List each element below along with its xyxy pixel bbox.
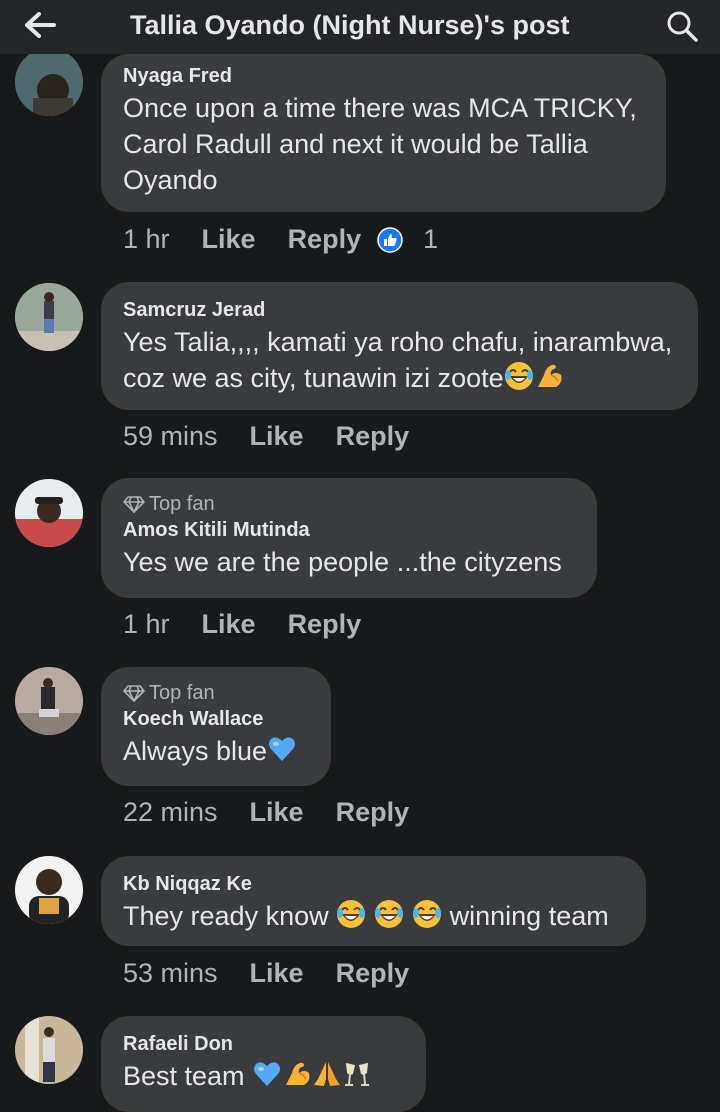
- comment-text: Yes we are the people ...the cityzens: [123, 547, 562, 577]
- like-button[interactable]: Like: [202, 609, 256, 640]
- timestamp: 1 hr: [123, 224, 170, 254]
- comment-actions: 1 hr Like Reply: [123, 609, 393, 640]
- top-fan-label: Top fan: [149, 682, 215, 704]
- top-fan-badge: Top fan: [123, 492, 575, 516]
- avatar[interactable]: [15, 856, 83, 924]
- timestamp: 1 hr: [123, 609, 170, 639]
- reply-button[interactable]: Reply: [336, 421, 410, 452]
- commenter-name[interactable]: Rafaeli Don: [123, 1030, 404, 1058]
- like-button[interactable]: Like: [202, 224, 256, 255]
- commenter-name[interactable]: Samcruz Jerad: [123, 296, 676, 324]
- back-button[interactable]: [22, 10, 62, 42]
- comment-text-line: Yes Talia,,,, kamati ya roho chafu, inar…: [123, 327, 673, 357]
- like-button[interactable]: Like: [250, 958, 304, 989]
- laughing-emoji: [504, 361, 534, 391]
- comment-list: Nyaga Fred Once upon a time there was MC…: [0, 0, 720, 1112]
- comment-actions: 59 mins Like Reply: [123, 421, 441, 452]
- reaction-summary[interactable]: 1: [377, 224, 438, 255]
- like-reaction-icon: [377, 226, 403, 253]
- comment-text-line: Once upon a time there was MCA TRICKY,: [123, 93, 637, 123]
- comment-text-line: coz we as city, tunawin izi zoote: [123, 360, 676, 396]
- reply-button[interactable]: Reply: [336, 958, 410, 989]
- search-button[interactable]: [664, 8, 704, 44]
- comment-text-line: They ready know winning team: [123, 898, 624, 934]
- reply-button[interactable]: Reply: [336, 797, 410, 828]
- comment-bubble: Kb Niqqaz Ke They ready know winning tea…: [101, 856, 646, 946]
- comment-actions: 53 mins Like Reply: [123, 958, 441, 989]
- comment-bubble: Top fan Koech Wallace Always blue: [101, 667, 331, 786]
- commenter-name[interactable]: Amos Kitili Mutinda: [123, 516, 575, 544]
- clinking-glasses-emoji: [342, 1059, 372, 1089]
- folded-hands-emoji: [312, 1059, 342, 1089]
- laughing-emoji: [412, 899, 442, 929]
- commenter-name[interactable]: Koech Wallace: [123, 705, 309, 733]
- diamond-icon: [123, 496, 145, 513]
- flexed-biceps-emoji: [282, 1059, 312, 1089]
- avatar[interactable]: [15, 667, 83, 735]
- comment-text: They ready know: [123, 901, 329, 931]
- comment-bubble: Samcruz Jerad Yes Talia,,,, kamati ya ro…: [101, 282, 698, 410]
- comment-actions: 22 mins Like Reply: [123, 797, 441, 828]
- comment-text: Best team: [123, 1061, 245, 1091]
- page-title: Tallia Oyando (Night Nurse)'s post: [130, 10, 570, 40]
- reaction-count: 1: [423, 224, 439, 254]
- back-arrow-icon: [25, 12, 56, 38]
- reply-button[interactable]: Reply: [288, 609, 362, 640]
- timestamp: 22 mins: [123, 797, 218, 827]
- top-bar: Tallia Oyando (Night Nurse)'s post: [0, 0, 720, 54]
- diamond-icon: [123, 685, 145, 702]
- blue-heart-emoji: [267, 734, 297, 764]
- search-icon: [667, 11, 698, 42]
- comment-actions: 1 hr Like Reply 1: [123, 224, 438, 255]
- commenter-name[interactable]: Kb Niqqaz Ke: [123, 870, 624, 898]
- reply-button[interactable]: Reply: [288, 224, 362, 255]
- like-button[interactable]: Like: [250, 421, 304, 452]
- comment-bubble: Rafaeli Don Best team: [101, 1016, 426, 1112]
- timestamp: 53 mins: [123, 958, 218, 988]
- comment-text-line: Carol Radull and next it would be Tallia: [123, 129, 588, 159]
- avatar[interactable]: [15, 479, 83, 547]
- comment-text-line: Best team: [123, 1058, 404, 1094]
- comment-text: coz we as city, tunawin izi zoote: [123, 363, 504, 393]
- avatar[interactable]: [15, 48, 83, 116]
- comment-bubble: Top fan Amos Kitili Mutinda Yes we are t…: [101, 478, 597, 598]
- commenter-name[interactable]: Nyaga Fred: [123, 62, 644, 90]
- flexed-biceps-emoji: [534, 361, 564, 391]
- like-button[interactable]: Like: [250, 797, 304, 828]
- top-fan-badge: Top fan: [123, 681, 309, 705]
- top-fan-label: Top fan: [149, 493, 215, 515]
- comment-bubble: Nyaga Fred Once upon a time there was MC…: [101, 54, 666, 212]
- blue-heart-emoji: [252, 1059, 282, 1089]
- timestamp: 59 mins: [123, 421, 218, 451]
- comment-text-line: Oyando: [123, 165, 218, 195]
- avatar[interactable]: [15, 1016, 83, 1084]
- laughing-emoji: [336, 899, 366, 929]
- avatar[interactable]: [15, 283, 83, 351]
- comment-text: Always blue: [123, 736, 268, 766]
- comment-text: winning team: [449, 901, 609, 931]
- comment-text-line: Always blue: [123, 733, 309, 769]
- laughing-emoji: [374, 899, 404, 929]
